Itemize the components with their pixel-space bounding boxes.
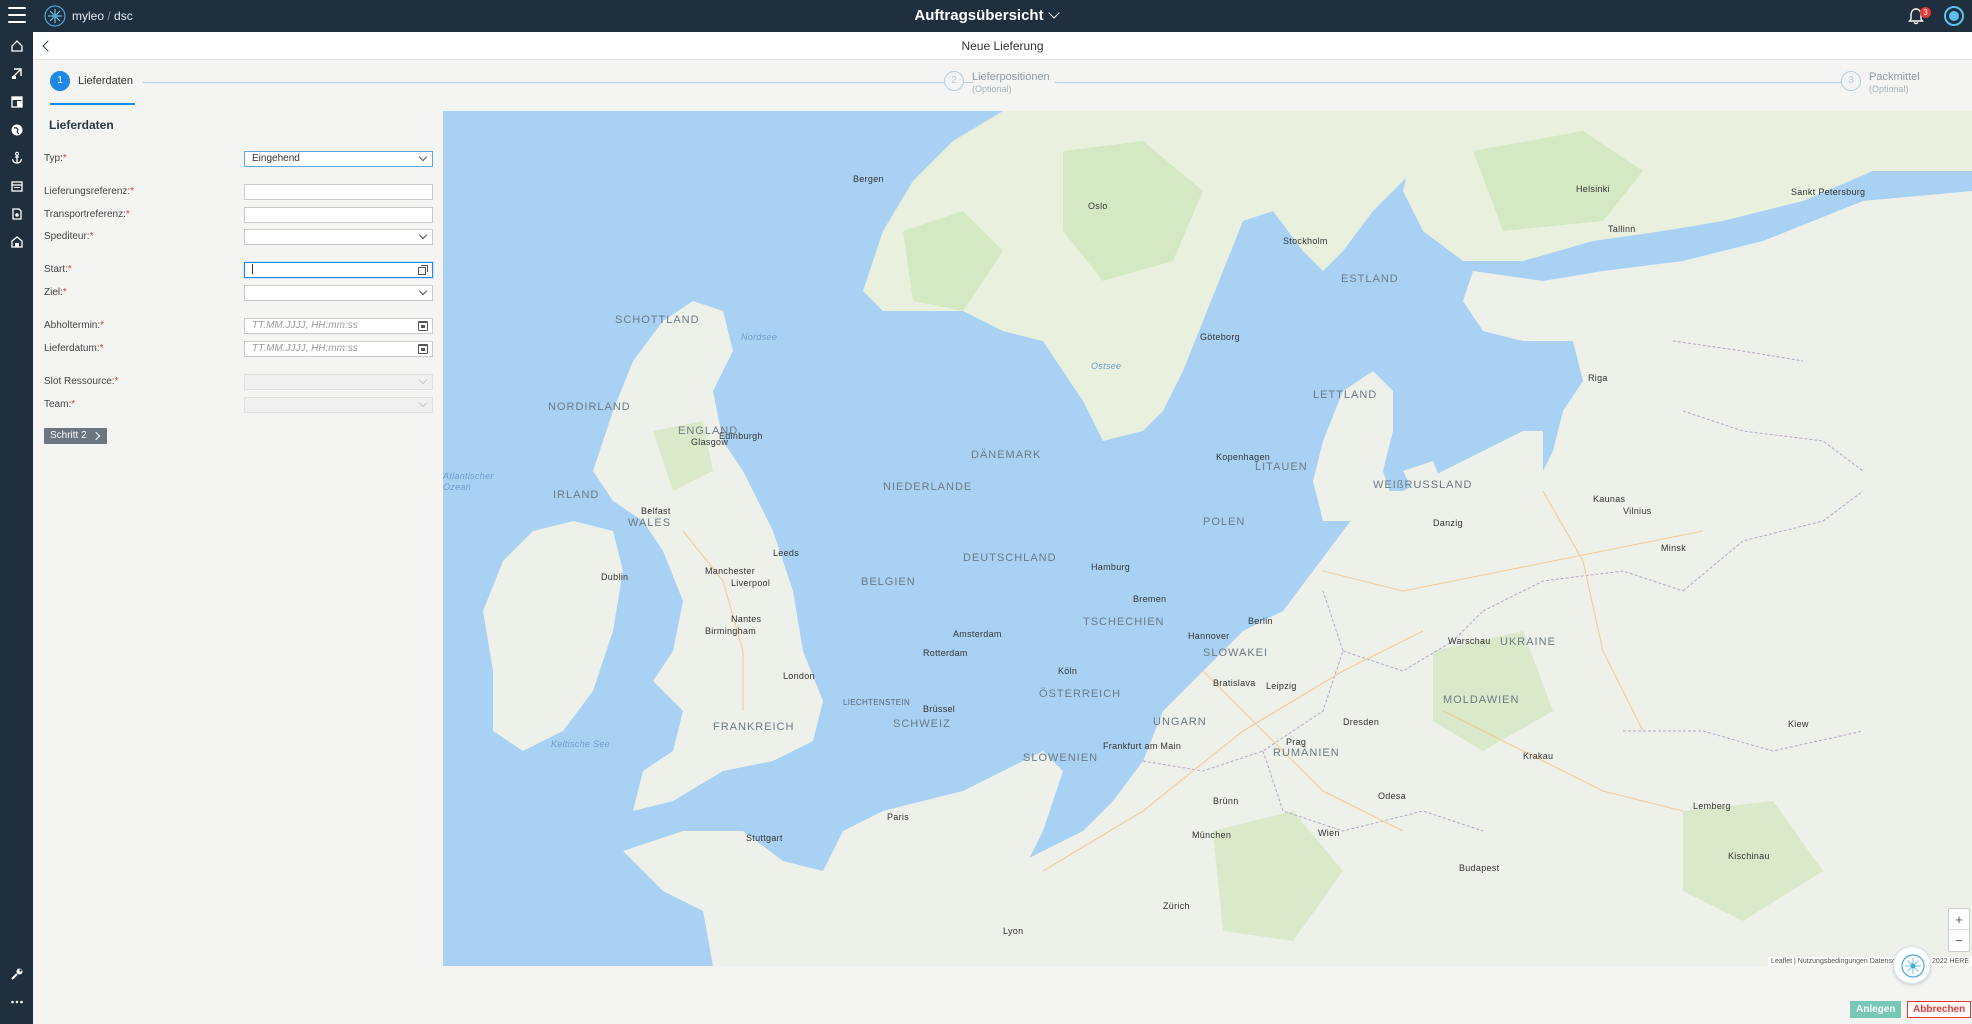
cancel-button[interactable]: Abbrechen [1907, 1001, 1972, 1018]
calendar-icon[interactable] [418, 344, 428, 354]
anchor-icon[interactable] [0, 146, 33, 170]
chevron-down-icon [1047, 7, 1060, 19]
chevron-down-icon [418, 286, 428, 296]
myleo-logo-icon [44, 5, 66, 27]
calendar-icon[interactable] [0, 174, 33, 198]
chevron-down-icon [418, 398, 428, 408]
document-icon[interactable] [0, 202, 33, 226]
transportreferenz-label: Transportreferenz:* [44, 209, 130, 220]
abholtermin-input[interactable]: TT.MM.JJJJ, HH:mm:ss [244, 318, 433, 334]
lieferungsreferenz-label: Lieferungsreferenz:* [44, 186, 135, 197]
delivery-icon[interactable] [0, 62, 33, 86]
team-select [244, 397, 433, 413]
chevron-down-icon [418, 230, 428, 240]
start-input[interactable] [244, 262, 433, 278]
zoom-control: + − [1948, 908, 1970, 952]
form-title: Lieferdaten [49, 118, 114, 132]
sub-header: Neue Lieferung [33, 32, 1972, 60]
zoom-in-button[interactable]: + [1949, 909, 1969, 930]
lieferdatum-input[interactable]: TT.MM.JJJJ, HH:mm:ss [244, 341, 433, 357]
more-icon[interactable] [0, 990, 33, 1014]
typ-select[interactable]: Eingehend [244, 151, 433, 167]
create-button[interactable]: Anlegen [1850, 1001, 1902, 1018]
wrench-icon[interactable] [0, 962, 33, 986]
menu-icon[interactable] [8, 7, 26, 23]
top-bar: myleo / dsc Auftragsübersicht 3 [0, 0, 1972, 32]
lieferungsreferenz-input[interactable] [244, 184, 433, 200]
spediteur-label: Spediteur:* [44, 231, 94, 242]
slot-ressource-label: Slot Ressource:* [44, 376, 119, 387]
map-base [443, 111, 1972, 966]
text-cursor [252, 264, 253, 275]
map[interactable]: SCHOTTLAND ENGLAND WALES IRLAND NORDIRLA… [443, 111, 1972, 966]
myleo-logo-icon [1901, 954, 1925, 978]
step-lieferdaten[interactable]: 1 Lieferdaten [50, 71, 133, 91]
chevron-down-icon [418, 152, 428, 162]
typ-label: Typ:* [44, 153, 67, 164]
abholtermin-label: Abholtermin:* [44, 320, 105, 331]
slot-ressource-select [244, 374, 433, 390]
assistant-button[interactable] [1893, 946, 1931, 984]
team-label: Team:* [44, 399, 76, 410]
start-label: Start:* [44, 264, 72, 275]
dialog-title: Neue Lieferung [961, 39, 1044, 53]
home-icon[interactable] [0, 34, 33, 58]
spediteur-select[interactable] [244, 229, 433, 245]
location-picker-icon[interactable] [418, 265, 428, 275]
ziel-label: Ziel:* [44, 287, 67, 298]
step-connector [143, 82, 973, 83]
delivery-form: Lieferdaten Typ:* Eingehend Lieferungsre… [33, 110, 443, 470]
zoom-out-button[interactable]: − [1949, 930, 1969, 951]
next-step-button[interactable]: Schritt 2 [44, 428, 107, 444]
page-title[interactable]: Auftragsübersicht [0, 7, 1972, 24]
ziel-select[interactable] [244, 285, 433, 301]
account-icon[interactable] [1944, 6, 1964, 26]
step-packmittel[interactable]: 3 Packmittel (Optional) [1841, 71, 1920, 95]
chevron-down-icon [418, 375, 428, 385]
lieferdatum-label: Lieferdatum:* [44, 343, 104, 354]
calendar-icon[interactable] [418, 321, 428, 331]
notification-badge: 3 [1920, 7, 1931, 18]
back-icon[interactable] [41, 40, 53, 52]
map-attribution[interactable]: Leaflet | Nutzungsbedingungen Datenschut… [1768, 957, 1972, 966]
stepper: 1 Lieferdaten 2 Lieferpositionen (Option… [33, 60, 1972, 110]
chevron-right-icon [91, 431, 100, 441]
brand: myleo / dsc [72, 9, 133, 23]
globe-icon[interactable] [0, 118, 33, 142]
warehouse-icon[interactable] [0, 230, 33, 254]
transportreferenz-input[interactable] [244, 207, 433, 223]
active-step-indicator [50, 103, 135, 105]
step-connector [1055, 82, 1861, 83]
step-lieferpositionen[interactable]: 2 Lieferpositionen (Optional) [944, 71, 1050, 95]
side-nav [0, 32, 33, 1024]
dashboard-icon[interactable] [0, 90, 33, 114]
